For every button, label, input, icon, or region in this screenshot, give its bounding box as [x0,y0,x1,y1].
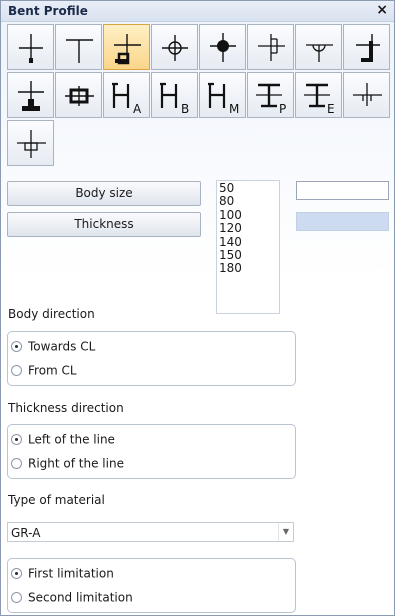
profile-channel-a-icon: A [112,82,142,116]
title-bar: Bent Profile × [1,1,394,22]
list-item[interactable]: 120 [219,221,279,235]
chevron-down-icon[interactable]: ▼ [278,523,293,541]
tool-subscript-m: M [229,102,239,116]
tool-box-plate[interactable] [7,120,54,166]
profile-z-bar-icon [356,34,380,62]
tool-plain-bar[interactable] [7,24,54,70]
profile-channel-b-icon: B [160,82,189,116]
radio-left-of-line[interactable]: Left of the line [11,430,115,448]
tool-i-beam-e[interactable]: E [295,72,342,118]
tool-i-beam-p[interactable]: P [247,72,294,118]
tool-half-pipe[interactable] [295,24,342,70]
panel-title: Bent Profile [8,4,88,18]
body-direction-group: Towards CL From CL [7,331,296,386]
radio-right-of-line[interactable]: Right of the line [11,454,124,472]
profile-t-bar-icon [66,39,93,63]
list-item[interactable]: 100 [219,208,279,222]
radio-unselected-icon [11,365,22,376]
tool-angle-flange[interactable] [103,24,150,70]
radio-selected-icon [11,568,22,579]
thickness-direction-label: Thickness direction [8,401,124,415]
list-item[interactable]: 80 [219,194,279,208]
thickness-direction-group: Left of the line Right of the line [7,424,296,479]
list-item[interactable]: 150 [219,248,279,262]
list-item[interactable]: 180 [219,261,279,275]
tool-subscript-b: B [181,102,189,116]
tool-t-bar[interactable] [55,24,102,70]
body-size-button[interactable]: Body size [7,181,201,206]
radio-unselected-icon [11,592,22,603]
body-size-input[interactable] [296,181,389,200]
thickness-button[interactable]: Thickness [7,212,201,237]
profile-rail-icon [353,83,382,106]
tool-channel-m[interactable]: M [199,72,246,118]
tool-channel-b[interactable]: B [151,72,198,118]
profile-i-beam-e-icon: E [304,83,335,116]
radio-selected-icon [11,434,22,445]
size-list[interactable]: 50 80 100 120 140 150 180 [216,180,280,314]
tool-channel-a[interactable]: A [103,72,150,118]
radio-selected-icon [11,341,22,352]
thickness-input[interactable] [296,212,389,231]
list-item[interactable]: 140 [219,235,279,249]
tool-subscript-p: P [279,102,286,116]
profile-bulb-bar-icon [210,33,236,62]
material-value: GR-A [11,526,41,540]
material-label: Type of material [8,493,105,507]
tool-z-bar[interactable] [343,24,390,70]
profile-rect-tube-icon [65,86,94,106]
profile-plain-bar-icon [19,34,43,63]
profile-flat-bulb-icon [18,81,44,111]
body-direction-label: Body direction [8,307,95,321]
profile-i-beam-p-icon: P [256,83,286,116]
tool-half-round[interactable] [247,24,294,70]
list-item[interactable]: 50 [219,181,279,195]
radio-unselected-icon [11,458,22,469]
profile-half-round-icon [258,34,285,61]
profile-angle-flange-icon [114,34,141,65]
tool-rail[interactable] [343,72,390,118]
radio-from-cl[interactable]: From CL [11,361,77,379]
material-select[interactable]: GR-A ▼ [7,522,294,542]
limitation-group: First limitation Second limitation [7,558,296,613]
profile-half-pipe-icon [306,44,333,62]
profile-round-bar-icon [162,35,188,61]
tool-subscript-e: E [327,102,335,116]
tool-round-bar[interactable] [151,24,198,70]
tool-bulb-bar[interactable] [199,24,246,70]
close-icon[interactable]: × [376,2,388,18]
bent-profile-panel: Bent Profile × A B M P E Body size Thick… [0,0,395,616]
tool-flat-bulb[interactable] [7,72,54,118]
radio-second-limitation[interactable]: Second limitation [11,588,133,606]
radio-towards-cl[interactable]: Towards CL [11,337,95,355]
tool-rect-tube[interactable] [55,72,102,118]
profile-channel-m-icon: M [208,82,239,116]
radio-first-limitation[interactable]: First limitation [11,564,114,582]
tool-subscript-a: A [133,102,142,116]
profile-box-plate-icon [17,130,46,158]
